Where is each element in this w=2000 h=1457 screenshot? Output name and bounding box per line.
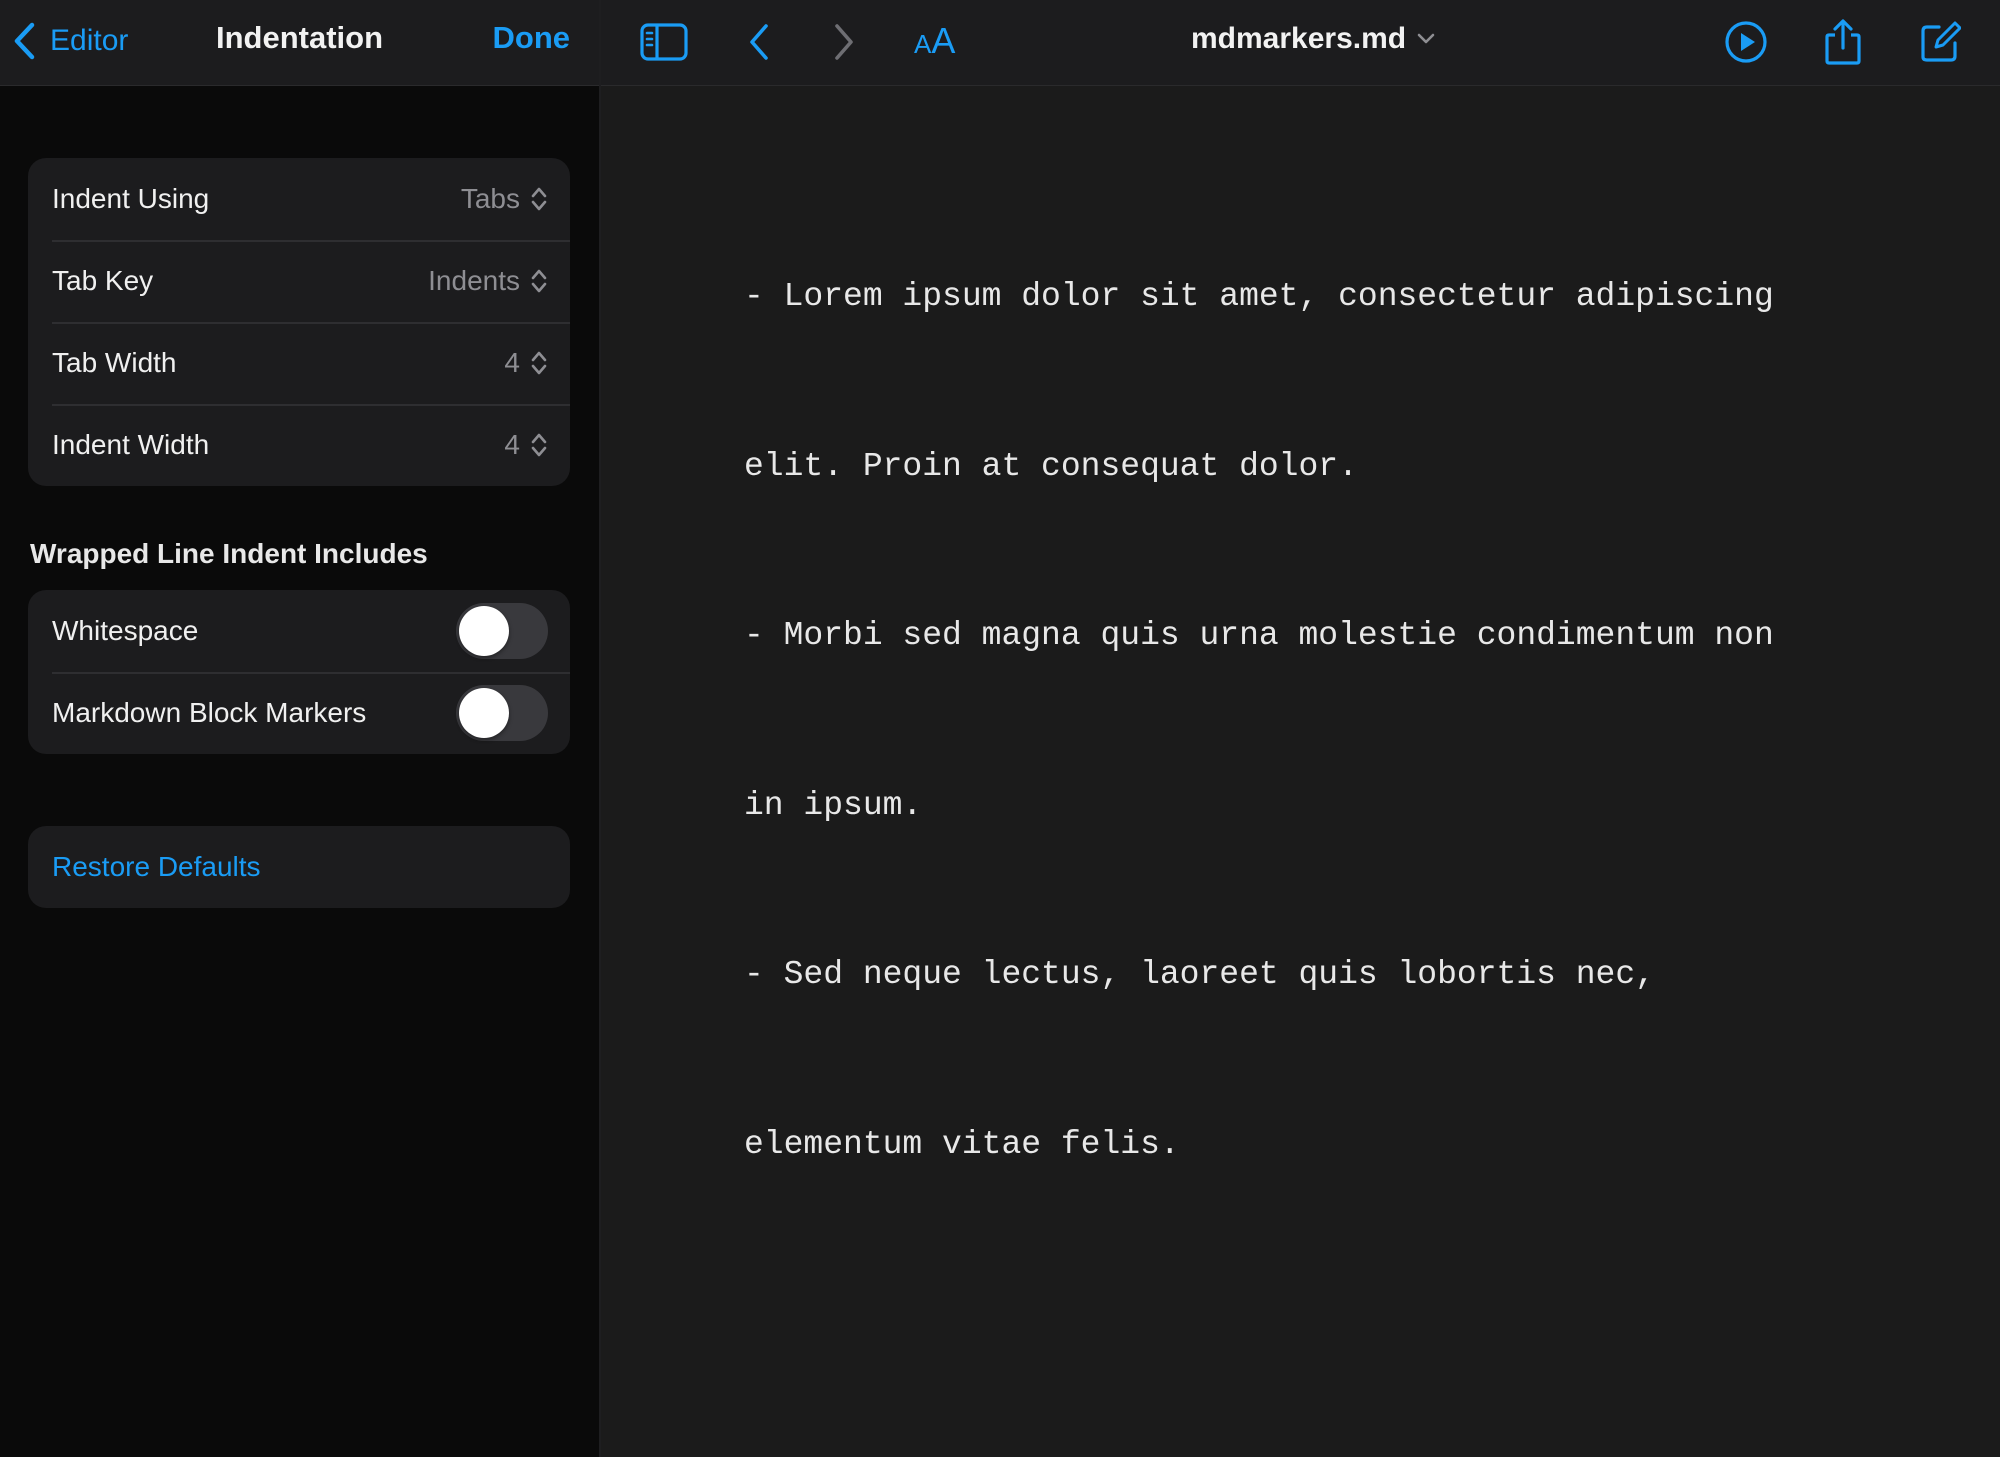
back-to-editor-button[interactable]: Editor <box>12 18 128 64</box>
document-line: - Lorem ipsum dolor sit amet, consectetu… <box>744 278 1774 315</box>
restore-defaults-button[interactable]: Restore Defaults <box>52 851 261 883</box>
indent-using-label: Indent Using <box>52 183 210 214</box>
editor-toolbar: AA mdmarkers.md <box>601 0 2000 86</box>
sidebar-nav-bar: Editor Indentation Done <box>0 0 599 86</box>
markdown-block-markers-toggle[interactable] <box>456 685 548 741</box>
whitespace-row: Whitespace <box>28 590 570 672</box>
document-line: in ipsum. <box>744 786 923 824</box>
wrapped-line-section-header: Wrapped Line Indent Includes <box>30 538 428 569</box>
markdown-block-markers-label: Markdown Block Markers <box>52 697 367 728</box>
tab-key-label: Tab Key <box>52 265 154 296</box>
wrapped-line-group: Whitespace Markdown Block Markers <box>28 590 570 754</box>
indent-using-picker[interactable]: Tabs <box>461 183 548 215</box>
text-size-icon[interactable]: AA <box>914 20 955 62</box>
back-button-label: Editor <box>50 24 129 57</box>
compose-icon[interactable] <box>1918 18 1962 66</box>
tab-key-picker[interactable]: Indents <box>428 265 548 297</box>
document-line: elit. Proin at consequat dolor. <box>744 447 1358 485</box>
document-text[interactable]: - Lorem ipsum dolor sit amet, consectetu… <box>744 156 1944 1286</box>
document-line: - Morbi sed magna quis urna molestie con… <box>744 617 1774 654</box>
tab-width-row[interactable]: Tab Width 4 <box>28 322 570 404</box>
chevron-up-down-icon <box>531 433 547 457</box>
indent-using-value: Tabs <box>460 183 520 214</box>
restore-defaults-row[interactable]: Restore Defaults <box>28 826 570 908</box>
indent-width-label: Indent Width <box>52 429 210 460</box>
share-icon[interactable] <box>1821 18 1865 66</box>
chevron-up-down-icon <box>531 187 547 211</box>
restore-group: Restore Defaults <box>28 826 570 908</box>
file-name: mdmarkers.md <box>1191 22 1407 55</box>
tab-width-value: 4 <box>504 347 520 378</box>
settings-sidebar: Editor Indentation Done Indent Using Tab… <box>0 0 599 1457</box>
whitespace-label: Whitespace <box>52 615 199 646</box>
chevron-up-down-icon <box>531 351 547 375</box>
done-button[interactable]: Done <box>493 20 571 56</box>
file-name-menu[interactable]: mdmarkers.md <box>1191 22 1436 56</box>
indent-width-value: 4 <box>504 429 520 460</box>
tab-width-label: Tab Width <box>52 347 177 378</box>
document-line: - Sed neque lectus, laoreet quis loborti… <box>744 956 1655 993</box>
editor-pane: AA mdmarkers.md - Lorem ipsum dolor sit … <box>601 0 2000 1457</box>
indent-using-row[interactable]: Indent Using Tabs <box>28 158 570 240</box>
document-line: elementum vitae felis. <box>744 1125 1180 1163</box>
sidebar-toggle-icon[interactable] <box>639 18 689 66</box>
toggle-knob <box>459 606 509 656</box>
play-icon[interactable] <box>1723 18 1769 66</box>
tab-width-picker[interactable]: 4 <box>504 347 548 379</box>
text-size-big-glyph: A <box>931 20 956 61</box>
markdown-block-markers-row: Markdown Block Markers <box>28 672 570 754</box>
chevron-down-icon <box>1417 33 1435 44</box>
tab-key-row[interactable]: Tab Key Indents <box>28 240 570 322</box>
chevron-left-icon <box>14 22 35 60</box>
chevron-up-down-icon <box>531 269 547 293</box>
forward-chevron-icon[interactable] <box>829 18 859 66</box>
tab-key-value: Indents <box>428 265 520 296</box>
back-chevron-icon[interactable] <box>744 18 774 66</box>
indent-width-picker[interactable]: 4 <box>504 429 548 461</box>
toggle-knob <box>459 688 509 738</box>
indent-width-row[interactable]: Indent Width 4 <box>28 404 570 486</box>
indent-settings-group: Indent Using Tabs Tab Key Indents Tab Wi… <box>28 158 570 486</box>
whitespace-toggle[interactable] <box>456 603 548 659</box>
text-size-small-glyph: A <box>914 29 932 59</box>
